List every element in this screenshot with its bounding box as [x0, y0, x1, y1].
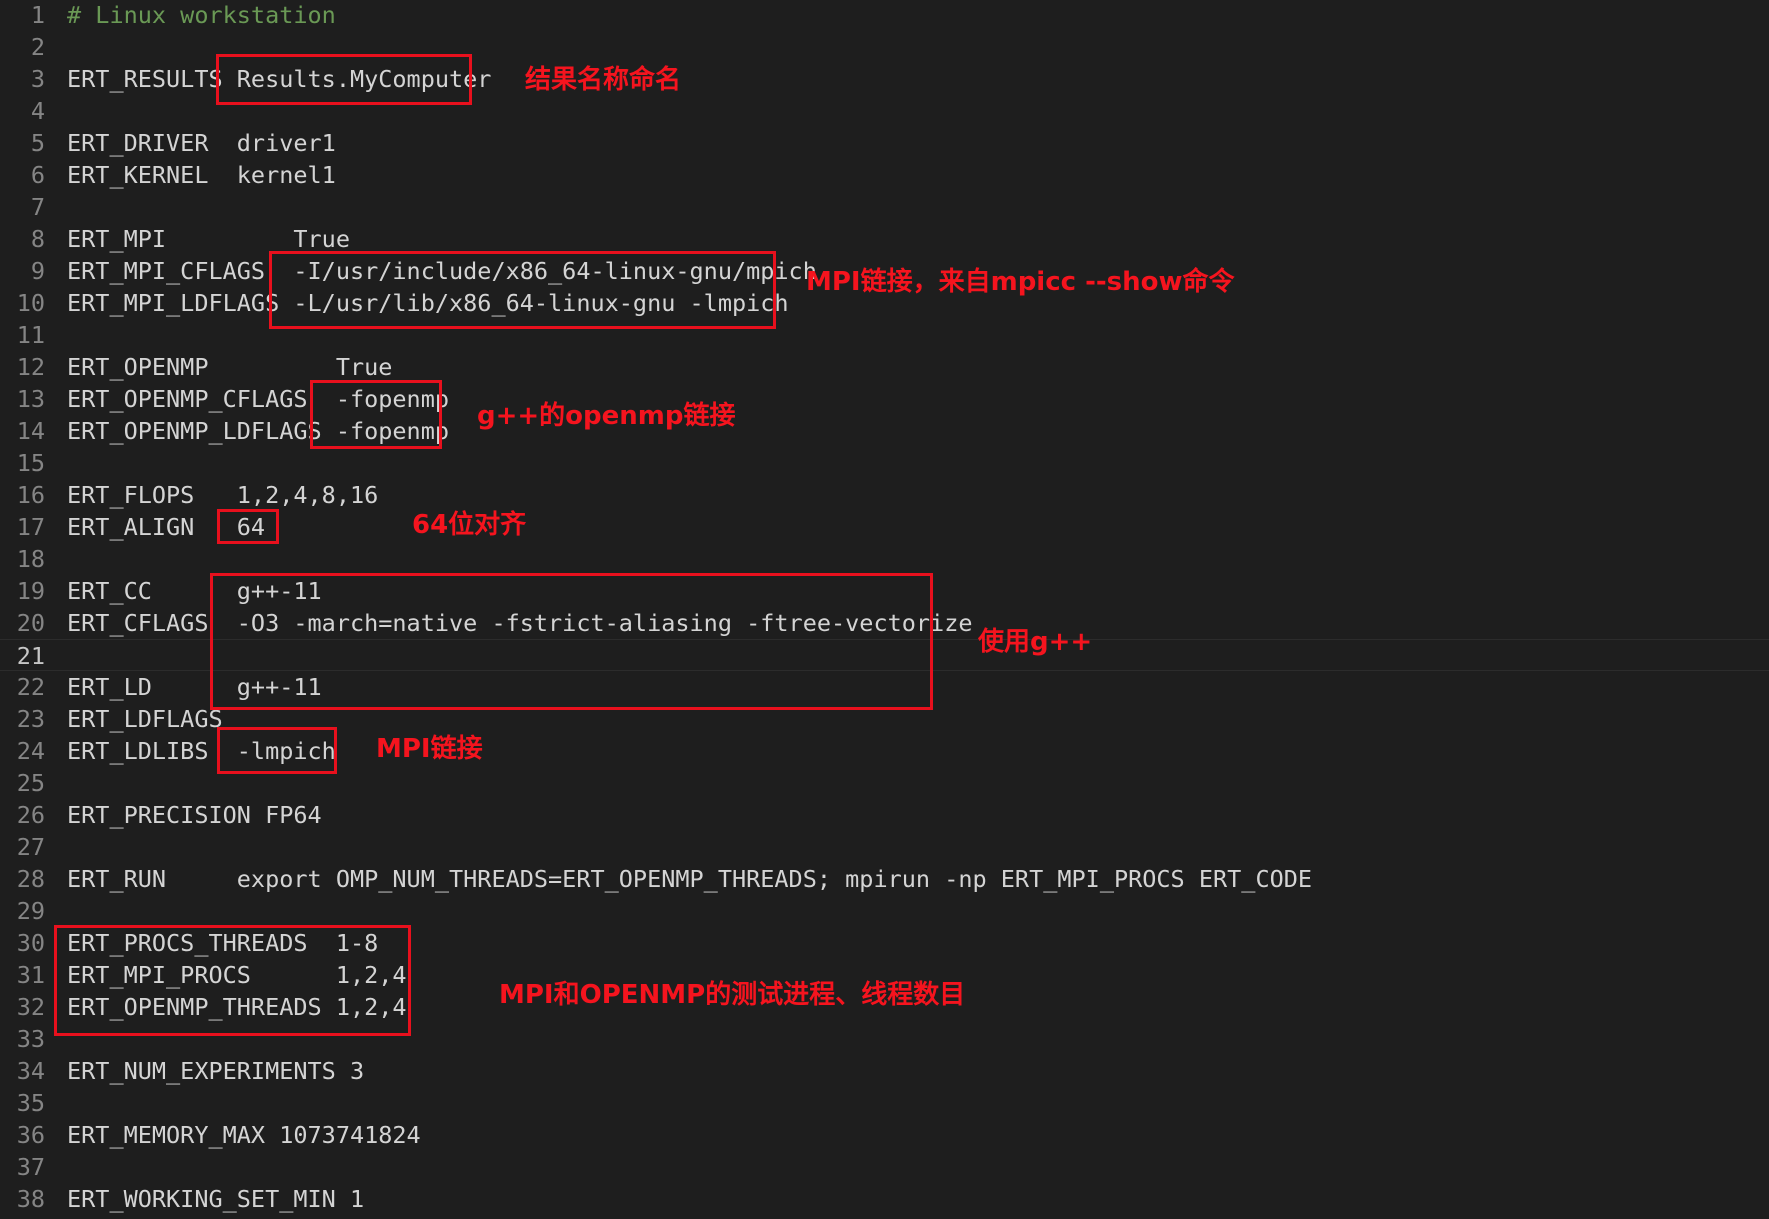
code-line[interactable]: 12 ERT_OPENMP True: [0, 351, 1769, 383]
compiler-highlight-box: [210, 573, 933, 710]
line-number: 3: [30, 65, 45, 93]
line-number: 5: [30, 129, 45, 157]
code-comment: # Linux workstation: [67, 1, 336, 29]
code-text: ERT_WORKING_SET_MIN 1: [67, 1185, 365, 1213]
code-line[interactable]: 36 ERT_MEMORY_MAX 1073741824: [0, 1119, 1769, 1151]
line-number: 2: [30, 33, 45, 61]
line-number: 37: [16, 1153, 45, 1181]
line-number: 26: [16, 801, 45, 829]
code-line[interactable]: 6 ERT_KERNEL kernel1: [0, 159, 1769, 191]
line-number: 33: [16, 1025, 45, 1053]
code-text: ERT_FLOPS 1,2,4,8,16: [67, 481, 379, 509]
line-number: 29: [16, 897, 45, 925]
editor-window: 1 # Linux workstation 2 3 ERT_RESULTS Result…: [0, 0, 1769, 1219]
align-highlight-box: [217, 509, 279, 544]
code-text: ERT_NUM_EXPERIMENTS 3: [67, 1057, 365, 1085]
annotation-mpi-link-show: MPI链接，来自mpicc --show命令: [806, 267, 1235, 297]
code-text: ERT_OPENMP True: [67, 353, 393, 381]
code-line[interactable]: 37: [0, 1151, 1769, 1183]
code-text: ERT_PRECISION FP64: [67, 801, 322, 829]
line-number: 36: [16, 1121, 45, 1149]
openmp-flags-highlight-box: [310, 380, 442, 449]
code-line[interactable]: 34 ERT_NUM_EXPERIMENTS 3: [0, 1055, 1769, 1087]
annotation-mpi-link: MPI链接: [376, 734, 483, 764]
code-line[interactable]: 38 ERT_WORKING_SET_MIN 1: [0, 1183, 1769, 1215]
line-number: 27: [16, 833, 45, 861]
line-number: 28: [16, 865, 45, 893]
line-number: 17: [16, 513, 45, 541]
line-number: 35: [16, 1089, 45, 1117]
code-line[interactable]: 28 ERT_RUN export OMP_NUM_THREADS=ERT_OPE…: [0, 863, 1769, 895]
line-number: 10: [16, 289, 45, 317]
ldlibs-highlight-box: [217, 727, 337, 774]
annotation-mpi-openmp-threads: MPI和OPENMP的测试进程、线程数目: [499, 980, 966, 1010]
line-number: 8: [30, 225, 45, 253]
code-line[interactable]: 18: [0, 543, 1769, 575]
annotation-use-gpp: 使用g++: [978, 627, 1093, 657]
line-number: 9: [30, 257, 45, 285]
line-number: 18: [16, 545, 45, 573]
line-number: 1: [30, 1, 45, 29]
line-number: 11: [16, 321, 45, 349]
code-line[interactable]: 7: [0, 191, 1769, 223]
line-number: 24: [16, 737, 45, 765]
line-number: 32: [16, 993, 45, 1021]
line-number: 22: [16, 673, 45, 701]
code-text: ERT_LDFLAGS: [67, 705, 223, 733]
code-text: ERT_KERNEL kernel1: [67, 161, 336, 189]
mpi-flags-highlight-box: [269, 251, 776, 329]
code-line[interactable]: 16 ERT_FLOPS 1,2,4,8,16: [0, 479, 1769, 511]
line-number: 25: [16, 769, 45, 797]
line-number: 38: [16, 1185, 45, 1213]
line-number: 14: [16, 417, 45, 445]
line-number: 4: [30, 97, 45, 125]
code-line[interactable]: 35: [0, 1087, 1769, 1119]
line-number: 21: [16, 642, 45, 670]
code-line[interactable]: 27: [0, 831, 1769, 863]
line-number: 34: [16, 1057, 45, 1085]
line-number: 20: [16, 609, 45, 637]
code-line[interactable]: 14 ERT_OPENMP_LDFLAGS -fopenmp: [0, 415, 1769, 447]
line-number: 31: [16, 961, 45, 989]
code-line[interactable]: 5 ERT_DRIVER driver1: [0, 127, 1769, 159]
line-number: 6: [30, 161, 45, 189]
code-text: ERT_DRIVER driver1: [67, 129, 336, 157]
code-line[interactable]: 15: [0, 447, 1769, 479]
annotation-align64: 64位对齐: [412, 510, 527, 540]
line-number: 23: [16, 705, 45, 733]
code-line[interactable]: 26 ERT_PRECISION FP64: [0, 799, 1769, 831]
code-line[interactable]: 13 ERT_OPENMP_CFLAGS -fopenmp: [0, 383, 1769, 415]
line-number: 13: [16, 385, 45, 413]
line-number: 12: [16, 353, 45, 381]
line-number: 30: [16, 929, 45, 957]
line-number: 16: [16, 481, 45, 509]
annotation-results-name: 结果名称命名: [525, 65, 682, 95]
procs-threads-highlight-box: [54, 925, 411, 1036]
line-number: 19: [16, 577, 45, 605]
code-line[interactable]: 29: [0, 895, 1769, 927]
results-highlight-box: [216, 54, 472, 105]
code-text: ERT_RUN export OMP_NUM_THREADS=ERT_OPENM…: [67, 865, 1313, 893]
code-line[interactable]: 11: [0, 319, 1769, 351]
code-line[interactable]: 8 ERT_MPI True: [0, 223, 1769, 255]
annotation-gpp-openmp: g++的openmp链接: [477, 401, 736, 431]
line-number: 7: [30, 193, 45, 221]
code-text: ERT_MEMORY_MAX 1073741824: [67, 1121, 421, 1149]
code-line[interactable]: 1 # Linux workstation: [0, 0, 1769, 31]
line-number: 15: [16, 449, 45, 477]
